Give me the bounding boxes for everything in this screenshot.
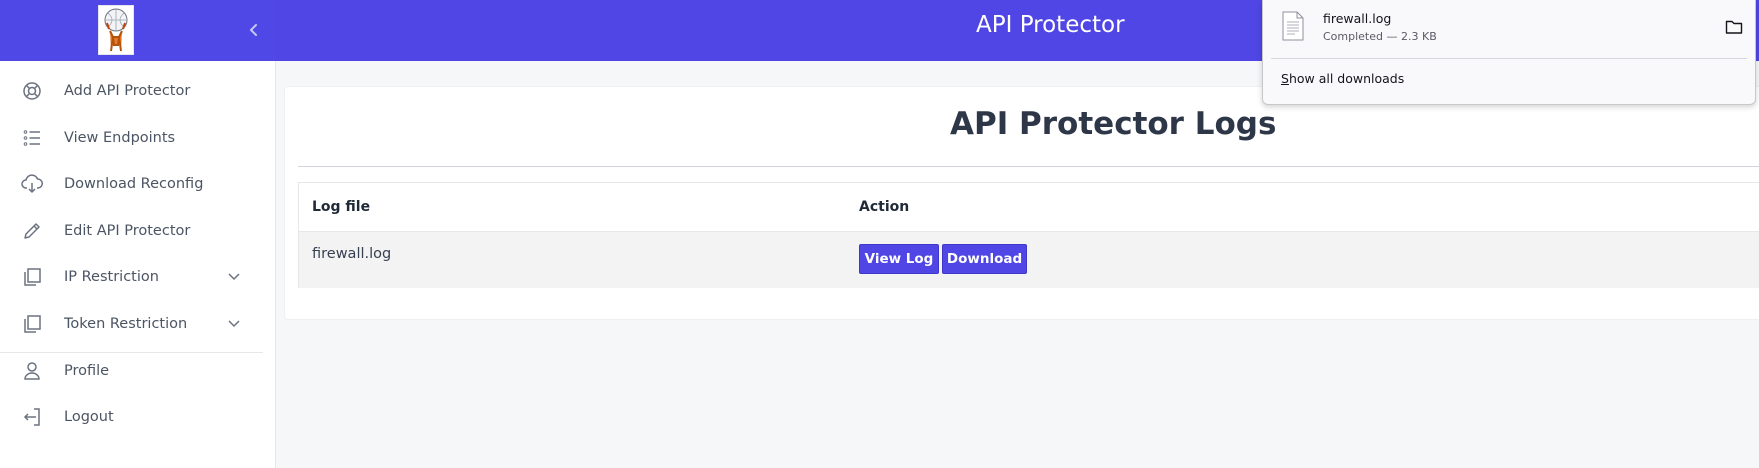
sidebar-item-profile[interactable]: Profile [0, 349, 276, 393]
download-button[interactable]: Download [942, 244, 1027, 274]
downloads-divider [1271, 58, 1747, 59]
sidebar-item-download-reconfig[interactable]: Download Reconfig [0, 162, 276, 206]
download-item[interactable]: firewall.log Completed — 2.3 KB [1269, 6, 1749, 52]
title-divider [298, 166, 1759, 167]
column-header-log-file: Log file [312, 199, 371, 215]
sidebar-item-label: Profile [64, 363, 110, 379]
column-header-action: Action [859, 199, 910, 215]
collapse-sidebar-button[interactable] [240, 16, 268, 44]
document-icon [1281, 11, 1305, 41]
chevron-left-icon [250, 24, 257, 36]
cloud-download-icon [20, 172, 44, 196]
logs-table: Log file Action firewall.log View Log Do… [298, 182, 1759, 288]
show-all-downloads-button[interactable]: Show all downloads [1281, 71, 1404, 86]
table-header-row: Log file Action [299, 183, 1759, 232]
sidebar-header [0, 0, 276, 61]
sidebar-item-logout[interactable]: Logout [0, 395, 276, 439]
page-title: API Protector Logs [950, 106, 1277, 142]
table-row: firewall.log View Log Download [299, 232, 1759, 288]
list-icon [20, 126, 44, 150]
sidebar-item-label: Download Reconfig [64, 176, 204, 192]
sidebar-item-ip-restriction[interactable]: IP Restriction [0, 255, 276, 299]
pencil-icon [20, 219, 44, 243]
chevron-down-icon [225, 315, 243, 333]
folder-icon[interactable] [1723, 16, 1745, 38]
copy-icon [20, 265, 44, 289]
sidebar-item-label: Logout [64, 409, 114, 425]
sidebar: Add API Protector View Endpoints Downloa… [0, 61, 276, 468]
chevron-down-icon [225, 268, 243, 286]
download-file-name: firewall.log [1323, 11, 1392, 26]
sidebar-item-view-endpoints[interactable]: View Endpoints [0, 116, 276, 160]
sidebar-item-label: Add API Protector [64, 83, 191, 99]
atlas-logo-icon[interactable] [98, 5, 134, 55]
lifebuoy-icon [20, 79, 44, 103]
copy-icon [20, 312, 44, 336]
log-file-name: firewall.log [312, 246, 392, 262]
sidebar-item-label: Edit API Protector [64, 223, 191, 239]
show-all-accesskey: S [1281, 71, 1289, 86]
user-icon [20, 359, 44, 383]
downloads-panel: firewall.log Completed — 2.3 KB Show all… [1262, 0, 1756, 105]
sidebar-item-label: IP Restriction [64, 269, 159, 285]
show-all-label: how all downloads [1288, 71, 1405, 86]
logout-icon [20, 405, 44, 429]
sidebar-item-label: Token Restriction [64, 316, 188, 332]
sidebar-item-label: View Endpoints [64, 130, 176, 146]
sidebar-item-token-restriction[interactable]: Token Restriction [0, 302, 276, 346]
sidebar-item-add-api-protector[interactable]: Add API Protector [0, 69, 276, 113]
sidebar-item-edit-api-protector[interactable]: Edit API Protector [0, 209, 276, 253]
app-title: API Protector [976, 12, 1125, 38]
view-log-button[interactable]: View Log [859, 244, 939, 274]
download-status: Completed — 2.3 KB [1323, 30, 1437, 43]
